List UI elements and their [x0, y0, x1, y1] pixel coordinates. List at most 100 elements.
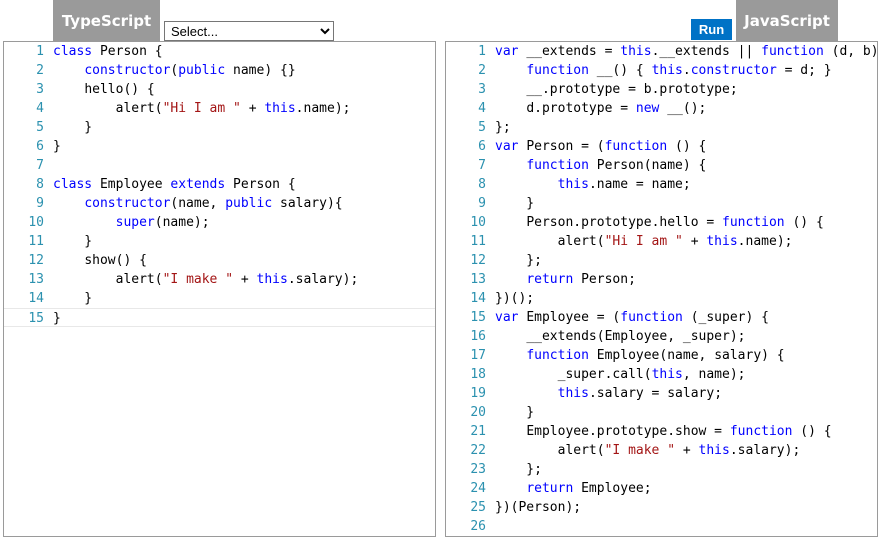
javascript-code-line: 18 _super.call(this, name); [446, 365, 877, 384]
typescript-code-line: 9 constructor(name, public salary){ [4, 194, 435, 213]
javascript-code-line: 8 this.name = name; [446, 175, 877, 194]
javascript-line-code: d.prototype = new __(); [526, 101, 707, 116]
javascript-line-code: return Employee; [526, 481, 652, 496]
javascript-code-line: 24 return Employee; [446, 479, 877, 498]
typescript-line-number: 8 [36, 177, 44, 192]
javascript-line-number: 25 [470, 500, 486, 515]
typescript-line-number: 3 [36, 82, 44, 97]
typescript-code-line: 1 class Person { [4, 42, 435, 61]
javascript-line-number: 7 [478, 158, 486, 173]
typescript-line-code: alert("Hi I am " + this.name); [115, 101, 351, 116]
typescript-line-number: 7 [36, 158, 44, 173]
typescript-line-code: constructor(public name) {} [84, 63, 296, 78]
typescript-code-line: 11 } [4, 232, 435, 251]
tab-typescript-label: TypeScript [61, 12, 152, 30]
javascript-line-number: 26 [470, 519, 486, 534]
typescript-line-number: 6 [36, 139, 44, 154]
typescript-line-code: class Person { [53, 44, 163, 59]
typescript-code-line: 6} [4, 137, 435, 156]
javascript-line-code: _super.call(this, name); [557, 367, 746, 382]
typescript-code-line: 7 [4, 156, 435, 175]
javascript-code-line: 15 var Employee = (function (_super) { [446, 308, 877, 327]
typescript-code-line: 15} [4, 308, 435, 327]
typescript-line-code: show() { [84, 253, 147, 268]
typescript-line-number: 10 [28, 215, 44, 230]
javascript-code-line: 2 function __() { this.constructor = d; … [446, 61, 877, 80]
tab-typescript[interactable]: TypeScript [53, 0, 160, 42]
javascript-code-line: 4 d.prototype = new __(); [446, 99, 877, 118]
javascript-line-code: var __extends = this.__extends || functi… [495, 44, 878, 59]
javascript-code-line: 17 function Employee(name, salary) { [446, 346, 877, 365]
javascript-line-code: }; [495, 462, 542, 477]
typescript-code-line: 2 constructor(public name) {} [4, 61, 435, 80]
javascript-code-line: 7 function Person(name) { [446, 156, 877, 175]
typescript-code-line: 13 alert("I make " + this.salary); [4, 270, 435, 289]
typescript-code-line: 14 } [4, 289, 435, 308]
javascript-code-line: 3 __.prototype = b.prototype; [446, 80, 877, 99]
javascript-line-number: 11 [470, 234, 486, 249]
javascript-line-code: function Employee(name, salary) { [526, 348, 785, 363]
javascript-line-number: 19 [470, 386, 486, 401]
typescript-line-number: 5 [36, 120, 44, 135]
javascript-line-number: 9 [478, 196, 486, 211]
javascript-code-line: 23 }; [446, 460, 877, 479]
tab-javascript[interactable]: JavaScript [736, 0, 838, 42]
typescript-code-lines: 1 class Person { 2 constructor(public name… [4, 42, 435, 327]
typescript-line-code: constructor(name, public salary){ [84, 196, 343, 211]
javascript-line-number: 14 [470, 291, 486, 306]
javascript-line-code: Employee.prototype.show = function () { [526, 424, 832, 439]
javascript-line-number: 18 [470, 367, 486, 382]
typescript-line-number: 15 [28, 311, 44, 326]
javascript-code-line: 13 return Person; [446, 270, 877, 289]
javascript-line-code: alert("I make " + this.salary); [557, 443, 801, 458]
javascript-code-lines: 1 var __extends = this.__extends || funct… [446, 42, 877, 536]
typescript-line-code: class Employee extends Person { [53, 177, 296, 192]
javascript-code-line: 10 Person.prototype.hello = function () … [446, 213, 877, 232]
typescript-line-code: alert("I make " + this.salary); [115, 272, 359, 287]
typescript-line-code: } [53, 139, 61, 154]
typescript-line-number: 13 [28, 272, 44, 287]
javascript-line-code: } [495, 405, 535, 420]
javascript-line-code: this.salary = salary; [557, 386, 723, 401]
typescript-line-number: 14 [28, 291, 44, 306]
javascript-code-line: 16 __extends(Employee, _super); [446, 327, 877, 346]
javascript-line-code: function __() { this.constructor = d; } [526, 63, 832, 78]
typescript-line-code: } [53, 291, 93, 306]
javascript-line-code: __extends(Employee, _super); [526, 329, 746, 344]
javascript-code-line: 21 Employee.prototype.show = function ()… [446, 422, 877, 441]
typescript-line-number: 11 [28, 234, 44, 249]
javascript-line-number: 5 [478, 120, 486, 135]
javascript-line-code: }; [495, 120, 511, 135]
example-select[interactable]: Select... [164, 21, 334, 41]
typescript-code-line: 5 } [4, 118, 435, 137]
typescript-line-code: super(name); [115, 215, 210, 230]
tab-javascript-label: JavaScript [744, 12, 830, 30]
javascript-editor[interactable]: 1 var __extends = this.__extends || funct… [445, 41, 878, 537]
javascript-line-number: 22 [470, 443, 486, 458]
javascript-line-code: })(); [495, 291, 535, 306]
typescript-code-line: 4 alert("Hi I am " + this.name); [4, 99, 435, 118]
javascript-line-number: 1 [478, 44, 486, 59]
javascript-code-line: 20 } [446, 403, 877, 422]
javascript-line-number: 15 [470, 310, 486, 325]
javascript-line-number: 4 [478, 101, 486, 116]
javascript-line-number: 21 [470, 424, 486, 439]
javascript-line-number: 8 [478, 177, 486, 192]
run-button[interactable]: Run [691, 19, 732, 40]
javascript-line-code: alert("Hi I am " + this.name); [557, 234, 793, 249]
javascript-line-code: }; [495, 253, 542, 268]
typescript-line-number: 12 [28, 253, 44, 268]
javascript-code-line: 1 var __extends = this.__extends || funct… [446, 42, 877, 61]
javascript-line-code: Person.prototype.hello = function () { [526, 215, 824, 230]
javascript-code-line: 5}; [446, 118, 877, 137]
javascript-code-line: 22 alert("I make " + this.salary); [446, 441, 877, 460]
javascript-code-line: 6 var Person = (function () { [446, 137, 877, 156]
javascript-line-code: this.name = name; [557, 177, 691, 192]
javascript-line-number: 13 [470, 272, 486, 287]
javascript-code-line: 11 alert("Hi I am " + this.name); [446, 232, 877, 251]
typescript-line-code: } [53, 234, 93, 249]
javascript-line-number: 24 [470, 481, 486, 496]
typescript-line-number: 1 [36, 44, 44, 59]
javascript-line-code: var Employee = (function (_super) { [495, 310, 769, 325]
typescript-editor[interactable]: 1 class Person { 2 constructor(public name… [3, 41, 436, 537]
